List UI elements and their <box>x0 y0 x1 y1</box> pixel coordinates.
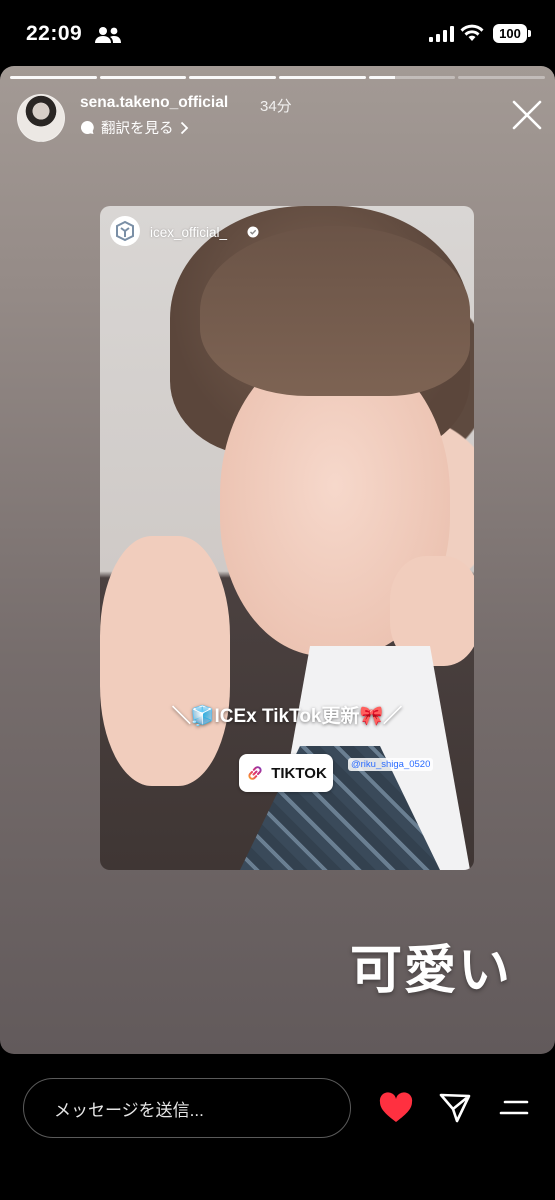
story-username[interactable]: sena.takeno_official <box>80 94 228 112</box>
tiktok-link-label: TIKTOK <box>271 764 327 782</box>
story-caption: 可愛い <box>350 942 513 1000</box>
heart-icon[interactable] <box>378 1092 414 1124</box>
chat-bubble-icon <box>80 120 94 134</box>
progress-segment <box>368 76 456 79</box>
progress-segment <box>279 76 366 79</box>
tiktok-update-banner: ＼🧊ICEx TikTok更新🎀／ <box>171 706 403 727</box>
chevron-right-icon <box>180 121 188 134</box>
status-bar: 22:09 100 <box>0 0 555 66</box>
signal-icon <box>429 26 454 42</box>
link-icon <box>248 766 262 780</box>
progress-segment <box>458 76 546 79</box>
people-icon <box>95 27 121 43</box>
menu-icon[interactable] <box>499 1097 529 1119</box>
story-time-ago: 34分 <box>260 98 292 115</box>
story-viewer[interactable]: sena.takeno_official 34分 翻訳を見る icex_offi… <box>0 66 555 1054</box>
send-icon[interactable] <box>438 1092 472 1124</box>
progress-segment <box>99 76 187 79</box>
battery-nub <box>528 30 531 37</box>
battery-indicator: 100 <box>493 24 527 43</box>
story-progress <box>10 76 546 79</box>
translate-label: 翻訳を見る <box>101 121 174 137</box>
tiktok-link-sticker[interactable]: TIKTOK <box>239 754 333 792</box>
photo-bangs <box>200 226 470 396</box>
progress-segment <box>10 76 97 79</box>
progress-segment <box>189 76 277 79</box>
message-input[interactable]: メッセージを送信... <box>23 1078 351 1138</box>
reposted-story-card[interactable]: icex_official_ ＼🧊ICEx TikTok更新🎀／ TIKTOK … <box>100 206 474 870</box>
translate-button[interactable]: 翻訳を見る <box>80 117 189 138</box>
card-username[interactable]: icex_official_ <box>150 225 227 240</box>
card-avatar[interactable] <box>110 216 140 246</box>
wifi-icon <box>460 24 484 41</box>
mention-sticker[interactable]: @riku_shiga_0520 <box>348 758 434 771</box>
photo-hand-left <box>100 536 230 786</box>
verified-icon <box>247 226 259 238</box>
icex-logo-icon <box>116 220 134 242</box>
story-reply-bar: メッセージを送信... <box>0 1054 555 1200</box>
status-time: 22:09 <box>26 22 83 45</box>
close-icon[interactable] <box>510 98 544 132</box>
avatar[interactable] <box>17 94 65 142</box>
